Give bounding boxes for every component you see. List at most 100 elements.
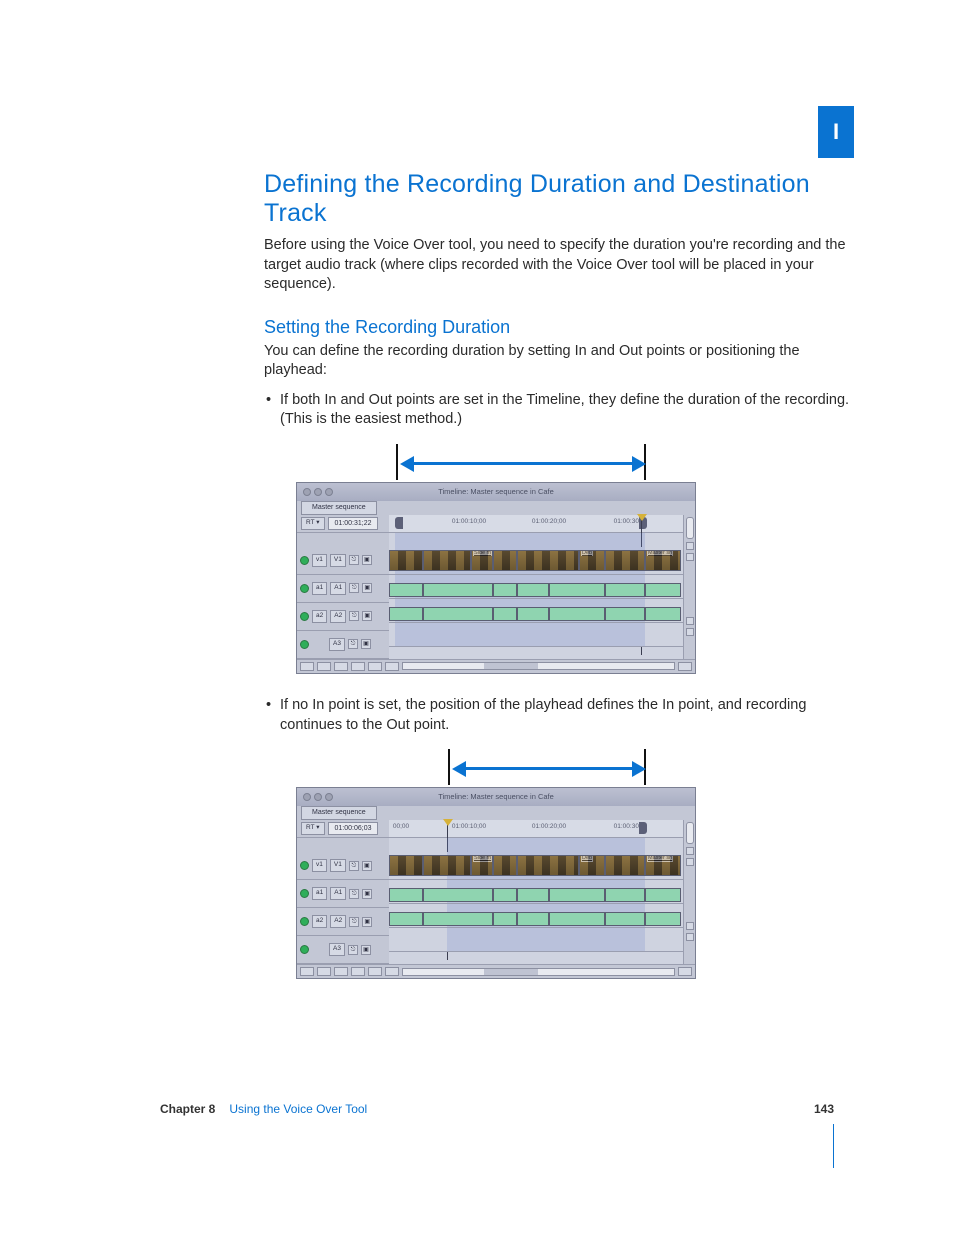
video-clip[interactable] xyxy=(517,550,579,571)
source-patch[interactable]: a2 xyxy=(312,915,327,928)
audio-clip[interactable]: Jacob react xyxy=(517,912,549,926)
video-clip[interactable] xyxy=(605,855,645,876)
mute-icon[interactable]: ▣ xyxy=(362,917,372,927)
audio-clip[interactable]: Side master shot (w xyxy=(423,583,493,597)
visibility-toggle[interactable] xyxy=(300,889,309,898)
audio-track-lane[interactable]: Debra sidew Side master shot (w Debra si… xyxy=(389,599,683,623)
track-area[interactable]: 01:00:10;00 01:00:20;00 01:00:30;0 xyxy=(389,515,683,659)
rail-button[interactable] xyxy=(686,922,694,930)
audio-track-lane[interactable]: Debra sidew Side master shot (w Debra si… xyxy=(389,904,683,928)
video-clip[interactable]: Deb xyxy=(579,855,605,876)
audio-clip[interactable]: Debra sid xyxy=(493,912,517,926)
dest-patch[interactable]: A2 xyxy=(330,610,346,623)
rail-button[interactable] xyxy=(686,933,694,941)
video-clip[interactable] xyxy=(517,855,579,876)
audio-clip[interactable]: Debra enters caf xyxy=(549,583,605,597)
audio-clip[interactable]: Debra enters caf xyxy=(549,912,605,926)
mute-icon[interactable]: ▣ xyxy=(361,945,371,955)
audio-track-lane[interactable]: Debra sidew Side master shot (w Debra si… xyxy=(389,575,683,599)
source-patch[interactable]: a1 xyxy=(312,887,327,900)
toolbar-button[interactable] xyxy=(334,967,348,976)
audio-clip[interactable]: Debra MS xyxy=(645,583,681,597)
audio-clip[interactable]: Side master shot (w xyxy=(423,607,493,621)
mute-icon[interactable]: ▣ xyxy=(362,889,372,899)
horizontal-scrollbar[interactable] xyxy=(402,968,675,976)
audio-clip[interactable]: Master shot xyxy=(605,607,645,621)
dest-patch[interactable]: V1 xyxy=(330,859,346,872)
rail-button[interactable] xyxy=(686,542,694,550)
visibility-toggle[interactable] xyxy=(300,640,309,649)
toolbar-button[interactable] xyxy=(351,662,365,671)
audio-clip[interactable]: Debra sid xyxy=(493,583,517,597)
mute-icon[interactable]: ▣ xyxy=(361,639,371,649)
mute-icon[interactable]: ▣ xyxy=(362,583,372,593)
rail-button[interactable] xyxy=(686,553,694,561)
in-point-marker[interactable] xyxy=(395,517,403,529)
visibility-toggle[interactable] xyxy=(300,945,309,954)
video-clip[interactable] xyxy=(493,855,517,876)
rail-button[interactable] xyxy=(686,617,694,625)
audio-clip[interactable]: Debra sidew xyxy=(389,912,423,926)
visibility-toggle[interactable] xyxy=(300,917,309,926)
audio-clip[interactable]: Jacob react xyxy=(517,607,549,621)
video-clip[interactable] xyxy=(389,855,423,876)
mute-icon[interactable]: ▣ xyxy=(362,611,372,621)
dest-patch[interactable]: A1 xyxy=(330,887,346,900)
video-clip[interactable]: Side m xyxy=(471,550,493,571)
lock-icon[interactable]: ⎋ xyxy=(348,639,358,649)
audio-clip[interactable]: Debra MS xyxy=(645,607,681,621)
audio-track-lane-empty[interactable] xyxy=(389,623,683,647)
audio-clip[interactable]: Debra enters caf xyxy=(549,888,605,902)
toolbar-button[interactable] xyxy=(678,662,692,671)
lock-icon[interactable]: ⎋ xyxy=(349,555,359,565)
audio-clip[interactable]: Master shot xyxy=(605,583,645,597)
dest-patch[interactable]: A3 xyxy=(329,943,345,956)
time-ruler[interactable]: 01:00:10;00 01:00:20;00 01:00:30;0 xyxy=(389,515,683,533)
mute-icon[interactable]: ▣ xyxy=(362,861,372,871)
audio-clip[interactable]: Master shot xyxy=(605,888,645,902)
toolbar-button[interactable] xyxy=(368,662,382,671)
rail-button[interactable] xyxy=(686,858,694,866)
toolbar-button[interactable] xyxy=(351,967,365,976)
toolbar-button[interactable] xyxy=(317,967,331,976)
dest-patch[interactable]: A1 xyxy=(330,582,346,595)
audio-clip[interactable]: Debra enters caf xyxy=(549,607,605,621)
sequence-tab[interactable]: Master sequence xyxy=(301,501,377,514)
toolbar-button[interactable] xyxy=(385,662,399,671)
toolbar-button[interactable] xyxy=(300,967,314,976)
audio-clip[interactable]: Jacob react xyxy=(517,888,549,902)
visibility-toggle[interactable] xyxy=(300,584,309,593)
toolbar-button[interactable] xyxy=(385,967,399,976)
rail-button[interactable] xyxy=(686,847,694,855)
video-clip[interactable] xyxy=(389,550,423,571)
audio-track-lane-empty[interactable] xyxy=(389,928,683,952)
dest-patch[interactable]: A2 xyxy=(330,915,346,928)
video-clip[interactable]: Master sh xyxy=(645,550,681,571)
audio-clip[interactable]: Debra sid xyxy=(493,888,517,902)
audio-clip[interactable]: Side master shot (w xyxy=(423,912,493,926)
video-clip[interactable] xyxy=(423,550,471,571)
mute-icon[interactable]: ▣ xyxy=(362,555,372,565)
lock-icon[interactable]: ⎋ xyxy=(349,861,359,871)
video-clip[interactable] xyxy=(423,855,471,876)
toolbar-button[interactable] xyxy=(300,662,314,671)
sequence-tab[interactable]: Master sequence xyxy=(301,806,377,819)
lock-icon[interactable]: ⎋ xyxy=(349,611,359,621)
audio-clip[interactable]: Debra MS xyxy=(645,912,681,926)
rt-button[interactable]: RT ▾ xyxy=(301,822,325,835)
rt-button[interactable]: RT ▾ xyxy=(301,517,325,530)
lock-icon[interactable]: ⎋ xyxy=(349,889,359,899)
toolbar-button[interactable] xyxy=(678,967,692,976)
audio-clip[interactable]: Debra MS xyxy=(645,888,681,902)
audio-clip[interactable]: Debra sidew xyxy=(389,607,423,621)
video-clip[interactable]: Side m xyxy=(471,855,493,876)
dest-patch[interactable]: A3 xyxy=(329,638,345,651)
audio-clip[interactable]: Master shot xyxy=(605,912,645,926)
timecode-field[interactable]: 01:00:06;03 xyxy=(328,822,379,835)
visibility-toggle[interactable] xyxy=(300,612,309,621)
video-track-lane[interactable]: Side m Deb Master sh xyxy=(389,547,683,575)
visibility-toggle[interactable] xyxy=(300,861,309,870)
lock-icon[interactable]: ⎋ xyxy=(348,945,358,955)
video-track-lane[interactable]: Side m Deb Master sh xyxy=(389,852,683,880)
zoom-pill[interactable] xyxy=(686,517,694,539)
